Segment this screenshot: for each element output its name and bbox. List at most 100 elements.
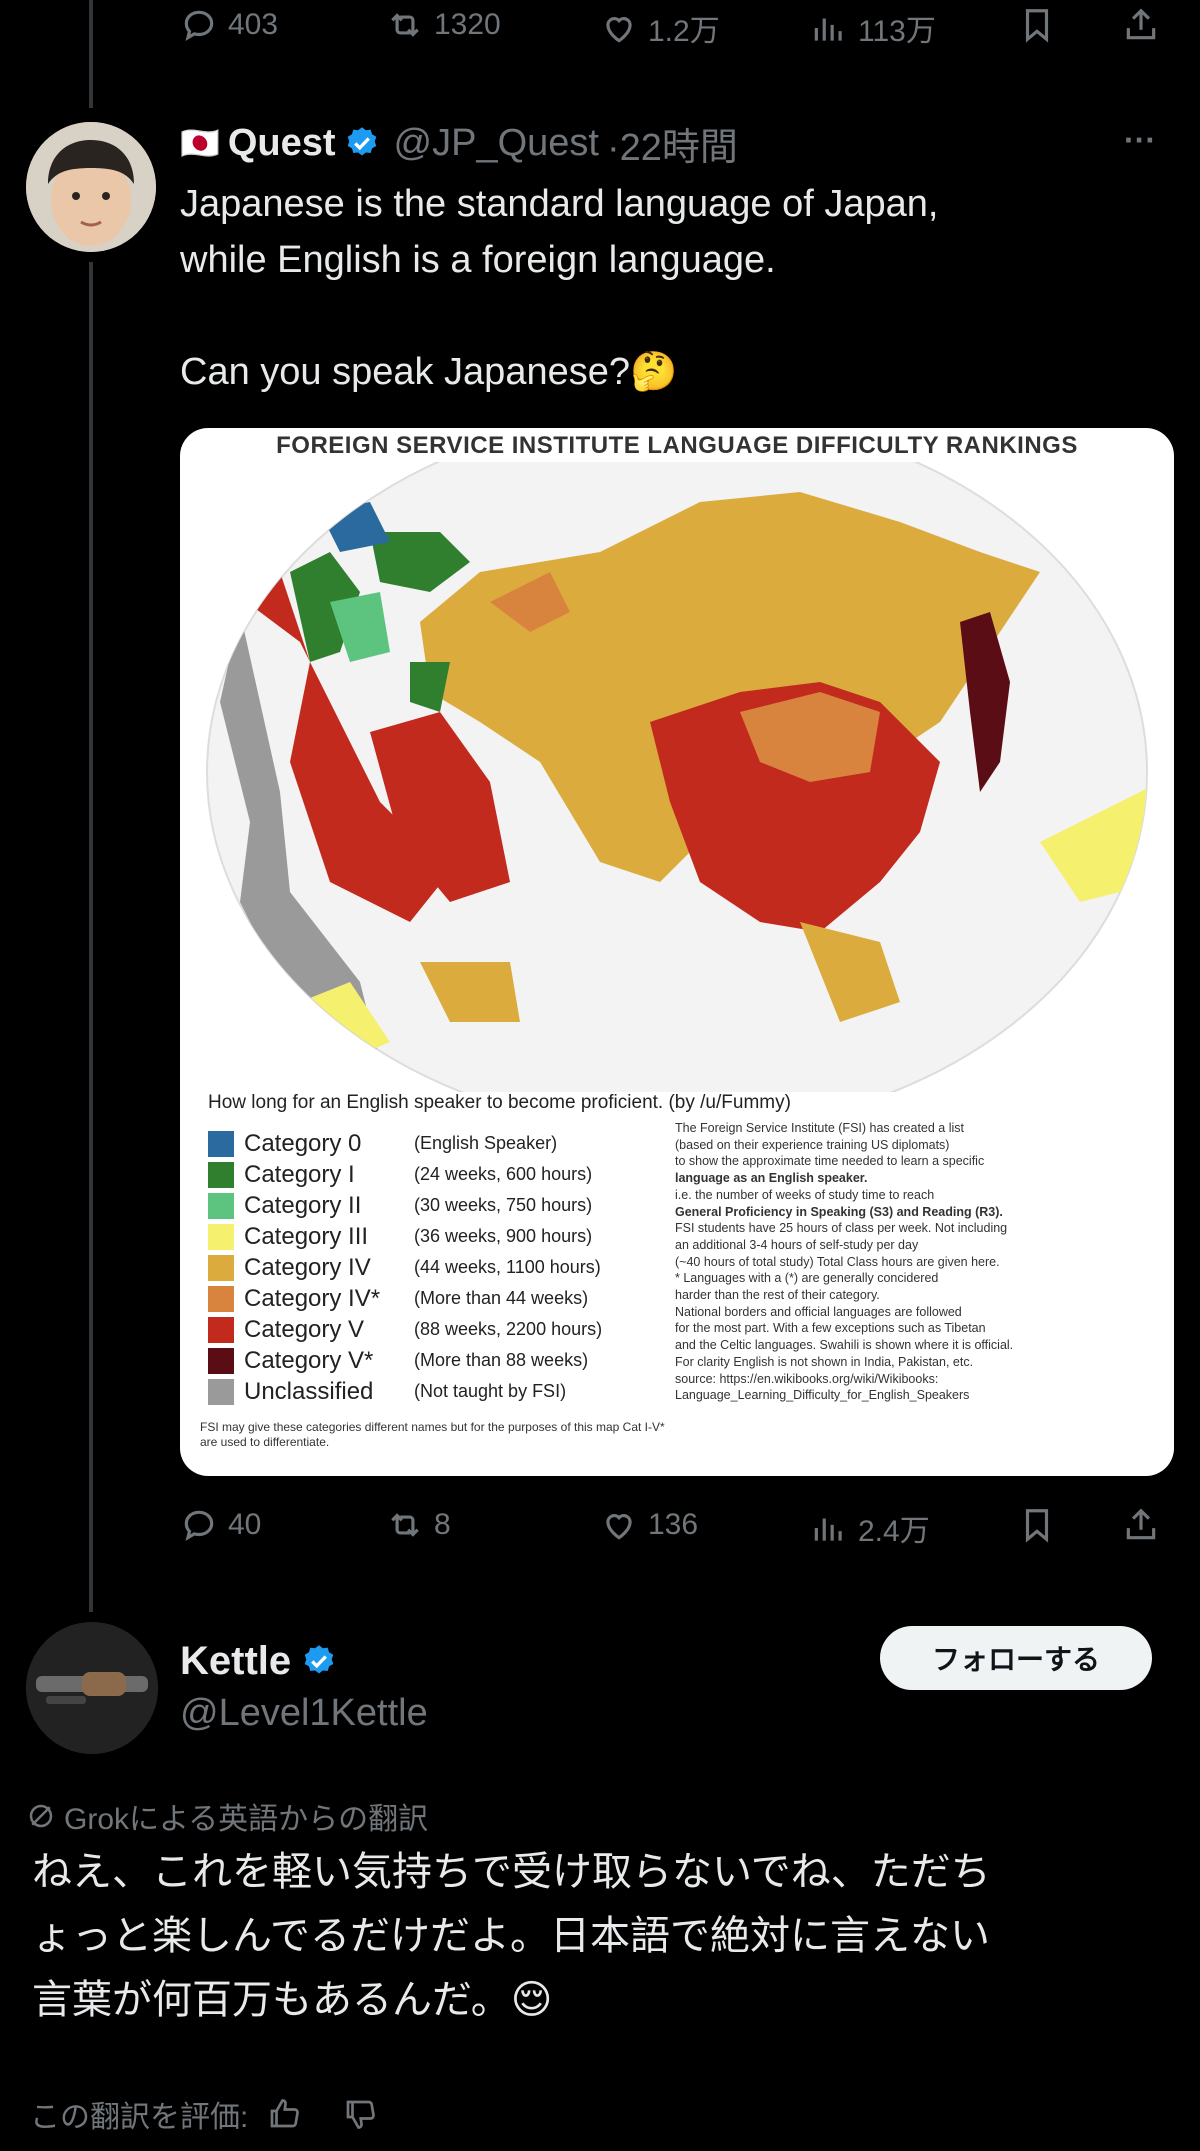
pipe-photo-icon bbox=[26, 1622, 158, 1754]
bookmark-button[interactable] bbox=[1018, 1506, 1056, 1544]
legend-heading: How long for an English speaker to becom… bbox=[208, 1092, 791, 1113]
reply-icon bbox=[184, 1510, 214, 1541]
legend-swatch bbox=[208, 1254, 234, 1281]
views-icon bbox=[814, 18, 842, 41]
share-button[interactable] bbox=[1122, 6, 1160, 44]
heart-icon bbox=[606, 1514, 632, 1540]
legend-row: Category V* (More than 88 weeks) bbox=[208, 1345, 602, 1376]
repost-icon bbox=[391, 13, 419, 37]
tweet-text: Japanese is the standard language of Jap… bbox=[180, 176, 1140, 400]
info-line: harder than the rest of their category. bbox=[675, 1288, 880, 1303]
info-line: * Languages with a (*) are generally con… bbox=[675, 1271, 939, 1286]
legend-description: (24 weeks, 600 hours) bbox=[414, 1164, 593, 1184]
tweet-text-line-3: Can you speak Japanese?🤔 bbox=[180, 351, 678, 393]
display-name[interactable]: Kettle bbox=[180, 1639, 291, 1684]
legend-category: Category V bbox=[244, 1315, 365, 1343]
info-line: General Proficiency in Speaking (S3) and… bbox=[675, 1204, 1003, 1219]
legend-info: The Foreign Service Institute (FSI) has … bbox=[675, 1120, 1155, 1404]
views-count: 113万 bbox=[858, 15, 936, 48]
info-line: to show the approximate time needed to l… bbox=[675, 1154, 985, 1169]
legend-description: (30 weeks, 750 hours) bbox=[414, 1195, 593, 1215]
info-line: language as an English speaker. bbox=[675, 1171, 868, 1186]
repost-button[interactable]: 8 bbox=[386, 1506, 451, 1544]
info-line: i.e. the number of weeks of study time t… bbox=[675, 1187, 935, 1202]
info-line: For clarity English is not shown in Indi… bbox=[675, 1354, 974, 1369]
thread-line-top bbox=[89, 0, 93, 108]
tweet-text-line-1: Japanese is the standard language of Jap… bbox=[180, 183, 939, 225]
info-line: (~40 hours of total study) Total Class h… bbox=[675, 1254, 1000, 1269]
repost-button[interactable]: 1320 bbox=[386, 6, 501, 44]
reply-button[interactable]: 403 bbox=[180, 6, 278, 44]
views-icon bbox=[814, 1518, 842, 1541]
legend-swatch bbox=[208, 1378, 234, 1405]
legend-swatch bbox=[208, 1285, 234, 1312]
reply-icon bbox=[184, 10, 214, 41]
bookmark-icon bbox=[1025, 9, 1049, 43]
legend-category: Category IV* bbox=[244, 1284, 381, 1312]
tweet-actions: 40 8 136 2.4万 bbox=[180, 1506, 1168, 1566]
views-button[interactable]: 2.4万 bbox=[810, 1506, 930, 1550]
legend-category: Category IV bbox=[244, 1253, 371, 1281]
map-legend: Category 0 (English Speaker) Category I (2… bbox=[208, 1128, 602, 1407]
avatar-kettle[interactable] bbox=[26, 1622, 158, 1754]
follow-button[interactable]: フォローする bbox=[880, 1626, 1152, 1690]
info-line: Language_Learning_Difficulty_for_English… bbox=[675, 1388, 970, 1403]
translation-line-1: ねえ、これを軽い気持ちで受け取らないでね、ただち bbox=[32, 1850, 991, 1894]
legend-category: Category 0 bbox=[244, 1129, 362, 1157]
translated-text: ねえ、これを軽い気持ちで受け取らないでね、ただち ょっと楽しんでるだけだよ。日本… bbox=[32, 1840, 1172, 2032]
translation-line-3: 言葉が何百万もあるんだ。😌 bbox=[32, 1978, 553, 2022]
previous-tweet-actions: 403 1320 1.2万 113万 bbox=[180, 6, 1168, 66]
share-button[interactable] bbox=[1122, 1506, 1160, 1544]
thread-line-middle bbox=[89, 262, 93, 1612]
legend-row: Category V (88 weeks, 2200 hours) bbox=[208, 1314, 602, 1345]
legend-category: Category V* bbox=[244, 1346, 374, 1374]
display-name[interactable]: Quest bbox=[228, 122, 336, 165]
legend-description: (44 weeks, 1100 hours) bbox=[414, 1257, 601, 1277]
share-icon bbox=[1126, 8, 1156, 40]
japan-flag-icon: 🇯🇵 bbox=[180, 125, 220, 161]
legend-row: Category 0 (English Speaker) bbox=[208, 1128, 602, 1159]
info-line: and the Celtic languages. Swahili is sho… bbox=[675, 1338, 1014, 1353]
legend-row: Category IV* (More than 44 weeks) bbox=[208, 1283, 602, 1314]
translation-line-2: ょっと楽しんでるだけだよ。日本語で絶対に言えない bbox=[32, 1914, 990, 1958]
thumbs-up-icon[interactable] bbox=[266, 2096, 302, 2132]
like-count: 1.2万 bbox=[648, 15, 720, 48]
legend-row: Unclassified (Not taught by FSI) bbox=[208, 1376, 602, 1407]
rate-label: この翻訳を評価: bbox=[30, 2101, 249, 2134]
tweet-text-line-2: while English is a foreign language. bbox=[180, 239, 776, 281]
avatar-quest[interactable] bbox=[26, 122, 156, 252]
bookmark-icon bbox=[1025, 1509, 1049, 1543]
reply-count: 403 bbox=[228, 8, 279, 41]
info-line: an additional 3-4 hours of self-study pe… bbox=[675, 1237, 919, 1252]
map-title: FOREIGN SERVICE INSTITUTE LANGUAGE DIFFI… bbox=[276, 432, 1078, 459]
info-line: for the most part. With a few exceptions… bbox=[675, 1321, 986, 1336]
like-count: 136 bbox=[648, 1508, 699, 1541]
handle[interactable]: @JP_Quest bbox=[394, 122, 599, 165]
legend-swatch bbox=[208, 1130, 234, 1157]
legend-description: (Not taught by FSI) bbox=[414, 1381, 567, 1401]
thumbs-down-icon[interactable] bbox=[342, 2096, 378, 2132]
grok-label-text: Grokによる英語からの翻訳 bbox=[64, 1803, 429, 1836]
legend-note: FSI may give these categories different … bbox=[200, 1420, 665, 1449]
like-button[interactable]: 136 bbox=[600, 1506, 698, 1544]
timestamp[interactable]: ·22時間 bbox=[607, 116, 738, 171]
legend-category: Category III bbox=[244, 1222, 369, 1250]
like-button[interactable]: 1.2万 bbox=[600, 6, 720, 50]
legend-row: Category IV (44 weeks, 1100 hours) bbox=[208, 1252, 602, 1283]
legend-row: Category I (24 weeks, 600 hours) bbox=[208, 1159, 602, 1190]
share-icon bbox=[1126, 1508, 1156, 1540]
info-line: The Foreign Service Institute (FSI) has … bbox=[675, 1121, 965, 1135]
legend-description: (88 weeks, 2200 hours) bbox=[414, 1319, 603, 1339]
verified-badge-icon bbox=[347, 127, 376, 156]
tweet-image-map[interactable]: FOREIGN SERVICE INSTITUTE LANGUAGE DIFFI… bbox=[180, 428, 1174, 1476]
legend-swatch bbox=[208, 1192, 234, 1219]
handle[interactable]: @Level1Kettle bbox=[180, 1692, 428, 1735]
more-options-button[interactable]: ··· bbox=[1124, 122, 1156, 159]
legend-swatch bbox=[208, 1316, 234, 1343]
bookmark-button[interactable] bbox=[1018, 6, 1056, 44]
views-button[interactable]: 113万 bbox=[810, 6, 936, 50]
repost-icon bbox=[391, 1513, 419, 1537]
grok-icon bbox=[29, 1804, 53, 1828]
reply-button[interactable]: 40 bbox=[180, 1506, 261, 1544]
verified-badge-icon bbox=[304, 1645, 334, 1674]
